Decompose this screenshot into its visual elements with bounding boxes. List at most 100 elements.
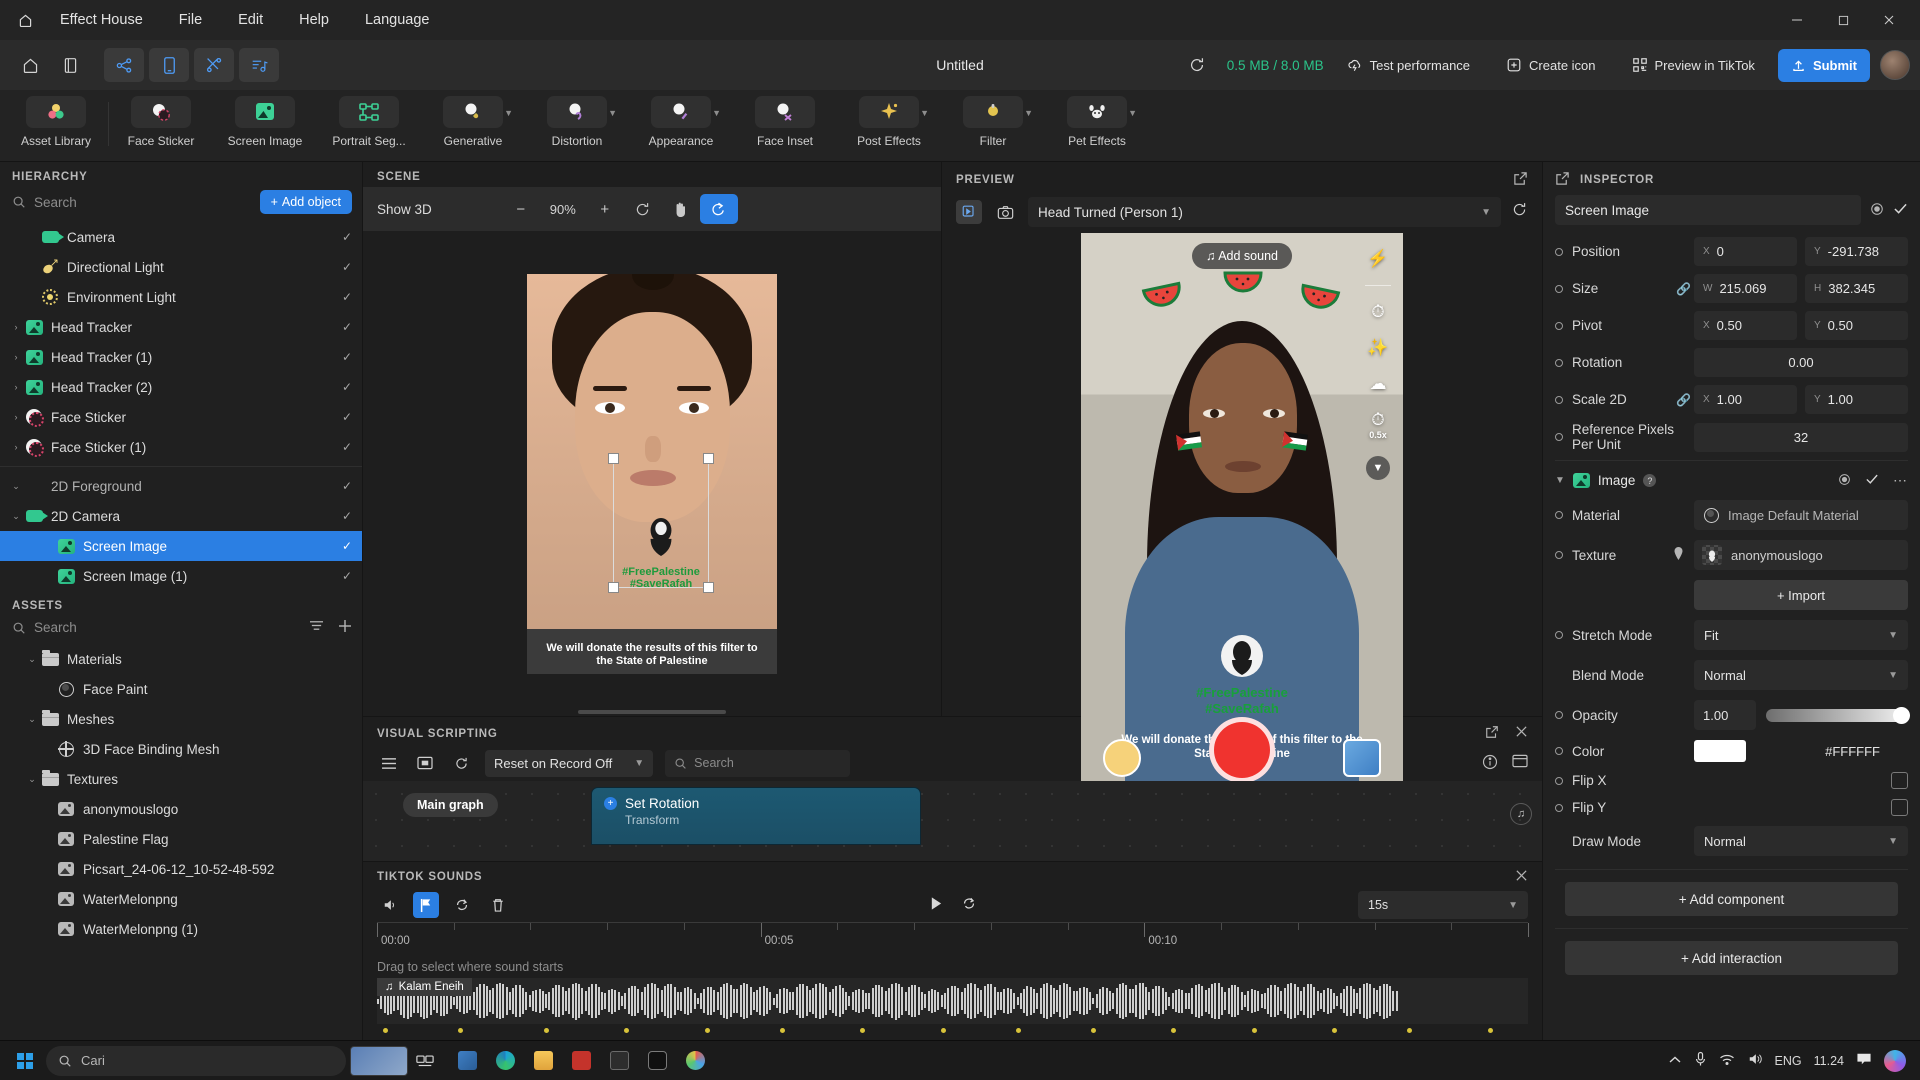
avatar[interactable]	[1880, 50, 1910, 80]
effecthouse-icon[interactable]	[640, 1045, 674, 1077]
add-object-button[interactable]: + Add object	[259, 190, 352, 214]
disclosure-arrow[interactable]: ⌄	[24, 714, 40, 725]
disclosure-arrow[interactable]: ⌄	[24, 774, 40, 785]
flip-y-checkbox[interactable]	[1891, 799, 1908, 816]
tool-portrait-segmentation[interactable]: Portrait Seg...	[317, 94, 421, 160]
menu-edit[interactable]: Edit	[220, 0, 281, 40]
asset-item-anonymouslogo[interactable]: anonymouslogo	[0, 794, 362, 824]
keyframe-marker[interactable]	[705, 1028, 711, 1033]
visual-scripting-canvas[interactable]: Main graph + Set Rotation Transform ♫	[363, 781, 1542, 861]
disclosure-arrow[interactable]: ›	[8, 322, 24, 332]
color-hex-value[interactable]: #FFFFFF	[1825, 744, 1908, 759]
binding-dot-icon[interactable]	[1555, 631, 1563, 639]
hierarchy-item-2d-camera[interactable]: ⌄ 2D Camera ✓	[0, 501, 362, 531]
hierarchy-item-face-sticker[interactable]: › Face Sticker ✓	[0, 402, 362, 432]
preview-gallery-thumb[interactable]	[1343, 739, 1381, 777]
info-icon[interactable]	[1482, 754, 1498, 773]
trash-icon[interactable]	[485, 892, 511, 918]
refresh-icon[interactable]	[1177, 48, 1217, 82]
window-maximize-button[interactable]	[1820, 0, 1866, 40]
asset-item-watermelonpng[interactable]: WaterMelonpng	[0, 884, 362, 914]
transform-field[interactable]: W 215.069	[1694, 274, 1797, 303]
refresh-icon[interactable]	[449, 751, 473, 775]
keyframe-marker[interactable]	[1171, 1028, 1177, 1033]
copilot-icon[interactable]	[1884, 1049, 1906, 1072]
repeat-icon[interactable]	[961, 896, 977, 914]
keyframe-marker[interactable]	[382, 1028, 388, 1033]
scene-selection-box[interactable]: #FreePalestine #SaveRafah	[608, 452, 714, 593]
open-external-icon[interactable]	[1485, 725, 1499, 742]
keyframe-row[interactable]	[377, 1024, 1528, 1040]
show-3d-toggle[interactable]: Show 3D	[377, 202, 432, 217]
hand-icon[interactable]	[662, 194, 700, 224]
menu-language[interactable]: Language	[347, 0, 448, 40]
hierarchy-item-head-tracker[interactable]: › Head Tracker ✓	[0, 312, 362, 342]
draw-mode-dropdown[interactable]: Normal ▼	[1694, 826, 1908, 856]
keyframe-marker[interactable]	[1251, 1028, 1257, 1033]
camera-icon[interactable]	[992, 200, 1018, 224]
loop-icon[interactable]	[449, 892, 475, 918]
hierarchy-item-head-tracker-1[interactable]: › Head Tracker (1) ✓	[0, 342, 362, 372]
notification-icon[interactable]	[1856, 1052, 1872, 1069]
asset-item-materials[interactable]: ⌄ Materials	[0, 644, 362, 674]
hierarchy-item-head-tracker-2[interactable]: › Head Tracker (2) ✓	[0, 372, 362, 402]
enabled-check-icon[interactable]	[1893, 202, 1908, 218]
asset-item-palestine-flag[interactable]: Palestine Flag	[0, 824, 362, 854]
node-set-rotation[interactable]: + Set Rotation Transform	[591, 787, 921, 845]
window-close-button[interactable]	[1866, 0, 1912, 40]
explorer-icon[interactable]	[526, 1045, 560, 1077]
zoom-in-button[interactable]: +	[586, 194, 624, 224]
transform-field[interactable]: Y -291.738	[1805, 237, 1908, 266]
tool-appearance[interactable]: Appearance ▼	[629, 94, 733, 160]
add-sound-button[interactable]: ♫ Add sound	[1192, 243, 1292, 269]
binding-dot-icon[interactable]	[1555, 358, 1563, 367]
chevron-down-icon[interactable]: ▼	[1366, 456, 1390, 480]
hierarchy-item-screen-image-1[interactable]: Screen Image (1) ✓	[0, 561, 362, 591]
record-icon[interactable]	[956, 200, 982, 224]
office-icon[interactable]	[564, 1045, 598, 1077]
slider-handle[interactable]	[1893, 706, 1910, 724]
tool-post-effects[interactable]: Post Effects ▼	[837, 94, 941, 160]
visibility-check-icon[interactable]: ✓	[342, 380, 352, 394]
beauty-icon[interactable]: ☁	[1370, 374, 1387, 394]
visibility-toggle-icon[interactable]	[1870, 202, 1884, 219]
tool-generative[interactable]: Generative ▼	[421, 94, 525, 160]
magic-icon[interactable]: ✨	[1367, 338, 1388, 358]
asset-item-3d-face-binding-mesh[interactable]: 3D Face Binding Mesh	[0, 734, 362, 764]
transform-field[interactable]: X 0.50	[1694, 311, 1797, 340]
add-component-button[interactable]: + Add component	[1565, 882, 1898, 916]
keyframe-marker[interactable]	[940, 1028, 946, 1033]
main-graph-tab[interactable]: Main graph	[403, 793, 498, 817]
transform-field[interactable]: H 382.345	[1805, 274, 1908, 303]
transform-field[interactable]: X 1.00	[1694, 385, 1797, 414]
keyframe-marker[interactable]	[1487, 1028, 1493, 1033]
tools-icon[interactable]	[194, 48, 234, 82]
menu-file[interactable]: File	[161, 0, 220, 40]
asset-item-picsart-24-06-12-10-52-48-592[interactable]: Picsart_24-06-12_10-52-48-592	[0, 854, 362, 884]
opacity-input[interactable]: 1.00	[1694, 700, 1756, 730]
submit-button[interactable]: Submit	[1777, 48, 1870, 82]
disclosure-arrow[interactable]: ›	[8, 382, 24, 392]
task-view-icon[interactable]	[408, 1045, 442, 1077]
visibility-check-icon[interactable]: ✓	[342, 569, 352, 583]
keyframe-marker[interactable]	[1407, 1028, 1413, 1033]
hierarchy-item-face-sticker-1[interactable]: › Face Sticker (1) ✓	[0, 432, 362, 462]
tv-icon[interactable]	[602, 1045, 636, 1077]
add-interaction-button[interactable]: + Add interaction	[1565, 941, 1898, 975]
open-external-icon[interactable]	[1555, 171, 1570, 189]
hierarchy-item-screen-image[interactable]: Screen Image ✓	[0, 531, 362, 561]
create-icon-button[interactable]: Create icon	[1493, 49, 1608, 82]
volume-icon[interactable]	[1747, 1052, 1763, 1069]
binding-dot-icon[interactable]	[1555, 395, 1563, 404]
menu-help[interactable]: Help	[281, 0, 347, 40]
library-icon[interactable]	[50, 48, 90, 82]
keyframe-marker[interactable]	[1332, 1028, 1338, 1033]
preview-in-tiktok-button[interactable]: Preview in TikTok	[1619, 49, 1768, 82]
flash-icon[interactable]: ⚡	[1367, 249, 1388, 269]
keyframe-marker[interactable]	[457, 1028, 463, 1033]
opacity-slider[interactable]	[1766, 706, 1910, 724]
binding-dot-icon[interactable]	[1555, 747, 1563, 755]
play-button[interactable]	[929, 896, 943, 914]
open-external-icon[interactable]	[1513, 171, 1528, 189]
timer-icon[interactable]: ⏱	[1371, 302, 1384, 322]
